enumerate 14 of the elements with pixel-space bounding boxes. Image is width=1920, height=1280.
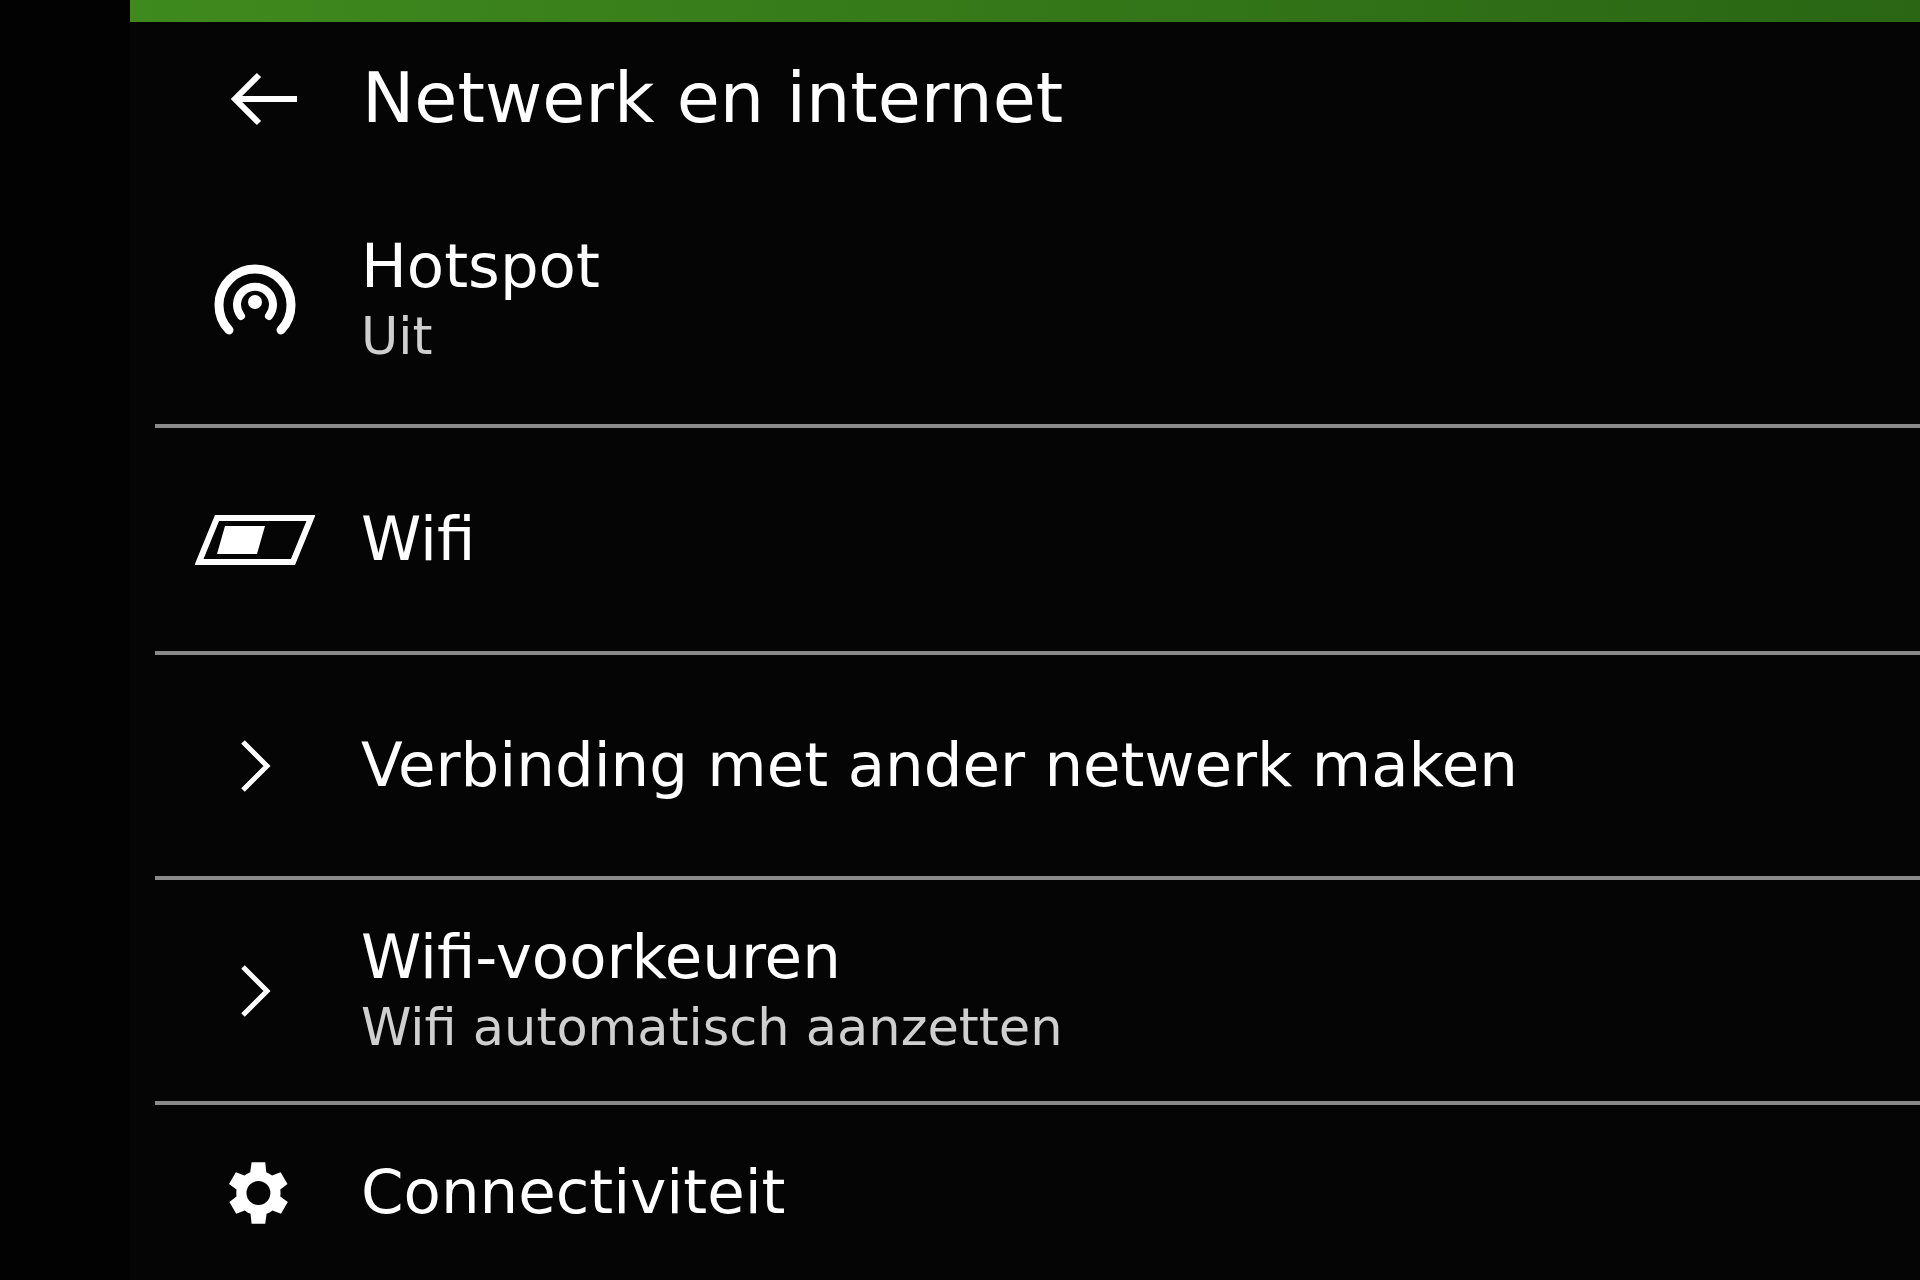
row-subtitle: Wifi automatisch aanzetten bbox=[361, 997, 1063, 1060]
row-title: Hotspot bbox=[361, 229, 600, 304]
settings-row[interactable]: Hotspot Uit bbox=[155, 175, 1920, 428]
settings-row[interactable]: Wifi-voorkeuren Wifi automatisch aanzetten bbox=[155, 880, 1920, 1105]
row-title: Connectiviteit bbox=[361, 1155, 786, 1230]
row-title: Verbinding met ander netwerk maken bbox=[361, 728, 1518, 803]
row-title: Wifi bbox=[361, 502, 476, 577]
page-title: Netwerk en internet bbox=[362, 56, 1064, 141]
settings-row[interactable]: Connectiviteit bbox=[155, 1105, 1920, 1280]
tablet-icon bbox=[195, 513, 315, 566]
settings-row[interactable]: Verbinding met ander netwerk maken bbox=[155, 655, 1920, 880]
row-subtitle: Uit bbox=[361, 306, 434, 369]
row-title: Wifi-voorkeuren bbox=[361, 920, 842, 995]
settings-row[interactable]: Wifi bbox=[155, 428, 1920, 655]
